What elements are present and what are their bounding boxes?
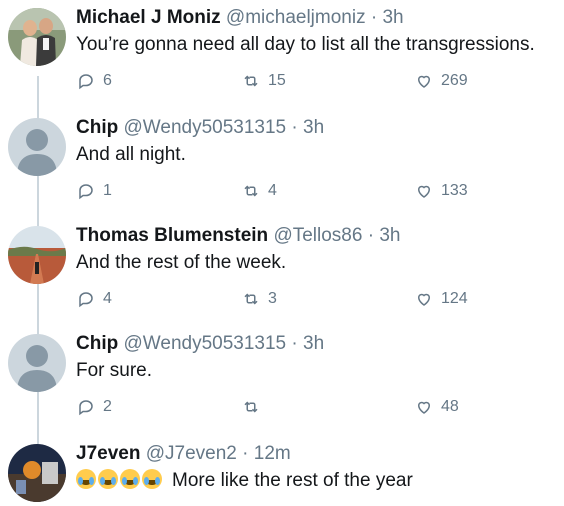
timestamp[interactable]: 3h: [382, 7, 403, 28]
retweet-count: 3: [268, 290, 277, 307]
timestamp[interactable]: 3h: [379, 225, 400, 246]
retweet-button[interactable]: [242, 398, 268, 416]
heart-icon: [417, 401, 431, 414]
default-profile-icon: [8, 118, 66, 176]
tweet-text: For sure.: [76, 360, 153, 381]
retweet-icon: [244, 401, 258, 413]
retweet-button[interactable]: 3: [242, 290, 277, 308]
like-count: 48: [441, 398, 459, 415]
tweet-text-body: More like the rest of the year: [172, 470, 413, 491]
display-name[interactable]: Chip: [76, 333, 118, 354]
avatar[interactable]: [8, 226, 66, 284]
default-profile-icon: [8, 334, 66, 392]
reply-count: 6: [103, 72, 112, 89]
avatar[interactable]: [8, 334, 66, 392]
tweet[interactable]: Chip @Wendy50531315 · 3h And all night. …: [0, 110, 564, 218]
timestamp[interactable]: 3h: [303, 333, 324, 354]
avatar[interactable]: [8, 8, 66, 66]
reply-button[interactable]: 2: [77, 398, 112, 416]
tweet-text: And all night.: [76, 144, 186, 165]
user-handle[interactable]: @Tellos86: [273, 225, 362, 246]
display-name[interactable]: Chip: [76, 117, 118, 138]
separator-dot: ·: [367, 225, 375, 246]
reply-icon: [79, 74, 93, 90]
reply-icon: [79, 292, 93, 308]
reply-button[interactable]: 1: [77, 182, 112, 200]
retweet-button[interactable]: 15: [242, 72, 286, 90]
reply-icon: [79, 400, 93, 416]
display-name[interactable]: J7even: [76, 443, 140, 464]
like-count: 269: [441, 72, 468, 89]
heart-icon: [417, 185, 431, 198]
timestamp[interactable]: 3h: [303, 117, 324, 138]
reply-button[interactable]: 4: [77, 290, 112, 308]
reply-count: 2: [103, 398, 112, 415]
display-name[interactable]: Michael J Moniz: [76, 7, 221, 28]
tweet-text: More like the rest of the year: [76, 468, 556, 494]
retweet-icon: [244, 185, 258, 197]
avatar[interactable]: [8, 118, 66, 176]
tears-of-joy-emoji-icon: [142, 469, 162, 489]
tears-of-joy-emoji-icon: [120, 469, 140, 489]
heart-icon: [417, 293, 431, 306]
like-count: 124: [441, 290, 468, 307]
reply-count: 4: [103, 290, 112, 307]
retweet-count: 4: [268, 182, 277, 199]
tweet-text: You’re gonna need all day to list all th…: [76, 34, 535, 55]
separator-dot: ·: [291, 117, 298, 138]
retweet-icon: [244, 75, 258, 87]
separator-dot: ·: [242, 443, 249, 464]
reply-count: 1: [103, 182, 112, 199]
tweet[interactable]: Michael J Moniz @michaeljmoniz · 3h You’…: [0, 0, 564, 108]
tears-of-joy-emoji-icon: [76, 469, 96, 489]
retweet-icon: [244, 293, 258, 305]
reply-button[interactable]: 6: [77, 72, 112, 90]
like-button[interactable]: 133: [415, 182, 468, 200]
like-button[interactable]: 269: [415, 72, 468, 90]
tweet[interactable]: J7even @J7even2 · 12m More like the rest…: [0, 436, 564, 506]
heart-icon: [417, 75, 431, 88]
retweet-count: 15: [268, 72, 286, 89]
tears-of-joy-emoji-icon: [98, 469, 118, 489]
like-button[interactable]: 48: [415, 398, 459, 416]
avatar[interactable]: [8, 444, 66, 502]
user-handle[interactable]: @Wendy50531315: [124, 333, 287, 354]
separator-dot: ·: [370, 7, 378, 28]
user-handle[interactable]: @michaeljmoniz: [226, 7, 366, 28]
like-count: 133: [441, 182, 468, 199]
like-button[interactable]: 124: [415, 290, 468, 308]
display-name[interactable]: Thomas Blumenstein: [76, 225, 268, 246]
separator-dot: ·: [291, 333, 298, 354]
user-handle[interactable]: @Wendy50531315: [124, 117, 287, 138]
reply-icon: [79, 184, 93, 200]
timestamp[interactable]: 12m: [254, 443, 291, 464]
retweet-button[interactable]: 4: [242, 182, 277, 200]
tweet[interactable]: Thomas Blumenstein @Tellos86 · 3h And th…: [0, 218, 564, 326]
user-handle[interactable]: @J7even2: [146, 443, 237, 464]
tears-of-joy-emoji-row: [76, 468, 164, 494]
tweet-text: And the rest of the week.: [76, 252, 287, 273]
tweet[interactable]: Chip @Wendy50531315 · 3h For sure. 2 48: [0, 326, 564, 434]
